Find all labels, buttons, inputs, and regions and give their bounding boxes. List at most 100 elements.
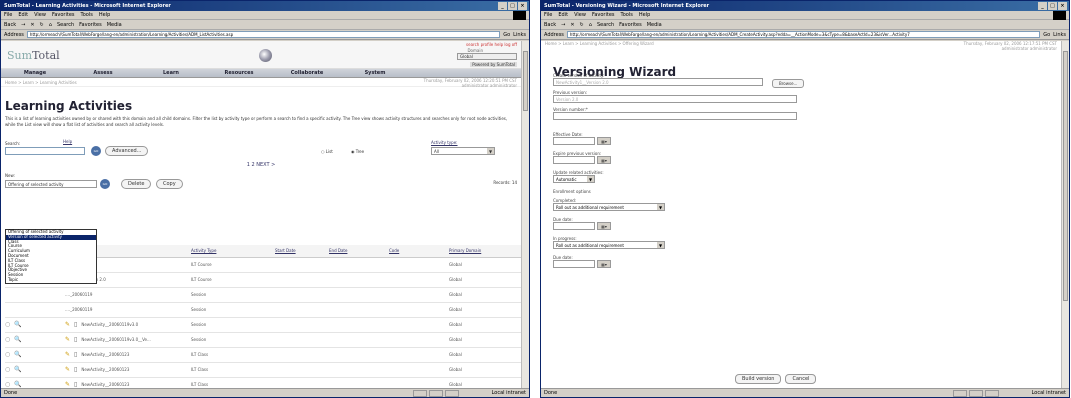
radio-icon[interactable]: ○	[5, 321, 10, 328]
search-button[interactable]: Search	[57, 22, 74, 28]
row-name[interactable]: NewActivity__20060123	[81, 352, 129, 357]
row-name[interactable]: NewActivity__20060123	[81, 382, 129, 387]
home-icon[interactable]: ⌂	[49, 22, 52, 28]
nav-system[interactable]: System	[341, 70, 409, 76]
media-button[interactable]: Media	[107, 22, 122, 28]
calendar-icon[interactable]: ▦▾	[597, 222, 611, 230]
menu-help[interactable]: Help	[639, 12, 650, 18]
refresh-icon[interactable]: ↻	[40, 22, 44, 28]
maximize-button[interactable]: □	[1048, 2, 1057, 10]
vertical-scrollbar[interactable]	[521, 41, 529, 388]
forward-icon[interactable]: →	[561, 22, 565, 28]
radio-icon[interactable]: ○	[5, 366, 10, 373]
menu-edit[interactable]: Edit	[18, 12, 28, 18]
nav-resources[interactable]: Resources	[205, 70, 273, 76]
dropdown-option[interactable]: Topic	[6, 277, 96, 283]
media-button[interactable]: Media	[647, 22, 662, 28]
update-related-select[interactable]: Automatic ▼	[553, 175, 595, 183]
vertical-scrollbar[interactable]	[1061, 41, 1069, 388]
table-row[interactable]: ○ 🔍 ✎ ▯ NewActivity__20060119v3.0__Ve... Sess…	[5, 332, 521, 348]
due-date-input[interactable]	[553, 222, 595, 230]
table-row[interactable]: ○ 🔍 ✎ ▯ NewActivity__20060119v3.0 Session Glob…	[5, 317, 521, 333]
expire-date-input[interactable]	[553, 156, 595, 164]
new-go-button[interactable]: GO	[100, 179, 110, 189]
search-go-button[interactable]: GO	[91, 146, 101, 156]
pencil-icon[interactable]: ✎	[65, 321, 70, 328]
table-row[interactable]: ...._20060119 Session Global	[5, 287, 521, 303]
magnifier-icon[interactable]: 🔍	[14, 381, 21, 388]
advanced-button[interactable]: Advanced...	[105, 146, 149, 156]
favorites-button[interactable]: Favorites	[619, 22, 642, 28]
breadcrumb-text[interactable]: Home > Learn > Learning Activities > Off…	[545, 41, 654, 46]
go-button[interactable]: Go	[503, 32, 510, 38]
menu-favorites[interactable]: Favorites	[592, 12, 615, 18]
delete-button[interactable]: Delete	[121, 179, 152, 189]
pencil-icon[interactable]: ✎	[65, 381, 70, 388]
menu-help[interactable]: Help	[99, 12, 110, 18]
pencil-icon[interactable]: ✎	[65, 336, 70, 343]
pencil-icon[interactable]: ✎	[65, 366, 70, 373]
search-input[interactable]	[5, 147, 85, 155]
menu-tools[interactable]: Tools	[621, 12, 633, 18]
row-name[interactable]: NewActivity__20060119v3.0__Ve...	[81, 337, 150, 342]
magnifier-icon[interactable]: 🔍	[14, 321, 21, 328]
scrollbar-thumb[interactable]	[523, 51, 528, 111]
favorites-button[interactable]: Favorites	[79, 22, 102, 28]
copy-button[interactable]: Copy	[156, 179, 183, 189]
col-code[interactable]: Code	[389, 245, 449, 258]
view-tree-radio[interactable]: ◉ Tree	[351, 149, 364, 154]
pencil-icon[interactable]: ✎	[65, 351, 70, 358]
row-name[interactable]: ...._20060119	[65, 287, 191, 303]
menu-file[interactable]: File	[544, 12, 552, 18]
col-end-date[interactable]: End Date	[329, 245, 389, 258]
stop-icon[interactable]: ✕	[570, 22, 574, 28]
version-number-input[interactable]	[553, 112, 797, 120]
effective-date-input[interactable]	[553, 137, 595, 145]
col-activity-type[interactable]: Activity Type	[191, 245, 275, 258]
menu-view[interactable]: View	[34, 12, 46, 18]
forward-icon[interactable]: →	[21, 22, 25, 28]
nav-manage[interactable]: Manage	[1, 70, 69, 76]
table-row[interactable]: ○ 🔍 ✎ ▯ NewActivity__20060123 ILT Class Global	[5, 362, 521, 378]
close-button[interactable]: ×	[1058, 2, 1067, 10]
menu-tools[interactable]: Tools	[81, 12, 93, 18]
pager[interactable]: 1 2 NEXT >	[1, 162, 521, 171]
nav-assess[interactable]: Assess	[69, 70, 137, 76]
links-button[interactable]: Links	[1053, 32, 1066, 38]
calendar-icon[interactable]: ▦▾	[597, 260, 611, 268]
domain-select[interactable]: Global	[457, 53, 517, 60]
address-input[interactable]: http://ormeach/\SumTotal\WebFarge/lang-e…	[26, 31, 501, 38]
menu-file[interactable]: File	[4, 12, 12, 18]
stop-icon[interactable]: ✕	[30, 22, 34, 28]
close-button[interactable]: ×	[518, 2, 527, 10]
help-link[interactable]: Help	[63, 139, 72, 144]
calendar-icon[interactable]: ▦▾	[597, 156, 611, 164]
calendar-icon[interactable]: ▦▾	[597, 137, 611, 145]
refresh-icon[interactable]: ↻	[580, 22, 584, 28]
back-button[interactable]: Back	[4, 22, 16, 28]
new-dropdown-list[interactable]: Offering of selected activity Version of…	[5, 229, 97, 284]
radio-icon[interactable]: ○	[5, 381, 10, 388]
go-button[interactable]: Go	[1043, 32, 1050, 38]
scrollbar-thumb[interactable]	[1063, 51, 1068, 301]
home-icon[interactable]: ⌂	[589, 22, 592, 28]
col-primary-domain[interactable]: Primary Domain	[449, 245, 521, 258]
magnifier-icon[interactable]: 🔍	[14, 351, 21, 358]
table-row[interactable]: ...._20060119 Session Global	[5, 302, 521, 318]
nav-collaborate[interactable]: Collaborate	[273, 70, 341, 76]
back-button[interactable]: Back	[544, 22, 556, 28]
due-date-input[interactable]	[553, 260, 595, 268]
view-list-radio[interactable]: ○ List	[321, 149, 333, 154]
completed-select[interactable]: Roll out as additional requirement ▼	[553, 203, 665, 211]
browse-button[interactable]: Browse...	[772, 79, 805, 88]
build-version-button[interactable]: Build version	[735, 374, 782, 384]
search-button[interactable]: Search	[597, 22, 614, 28]
row-name[interactable]: NewActivity__20060123	[81, 367, 129, 372]
minimize-button[interactable]: _	[498, 2, 507, 10]
radio-icon[interactable]: ○	[5, 351, 10, 358]
menu-view[interactable]: View	[574, 12, 586, 18]
magnifier-icon[interactable]: 🔍	[14, 366, 21, 373]
address-input[interactable]: http://ormeach/\SumTotal\WebFarge/lang-e…	[566, 31, 1041, 38]
minimize-button[interactable]: _	[1038, 2, 1047, 10]
radio-icon[interactable]: ○	[5, 336, 10, 343]
